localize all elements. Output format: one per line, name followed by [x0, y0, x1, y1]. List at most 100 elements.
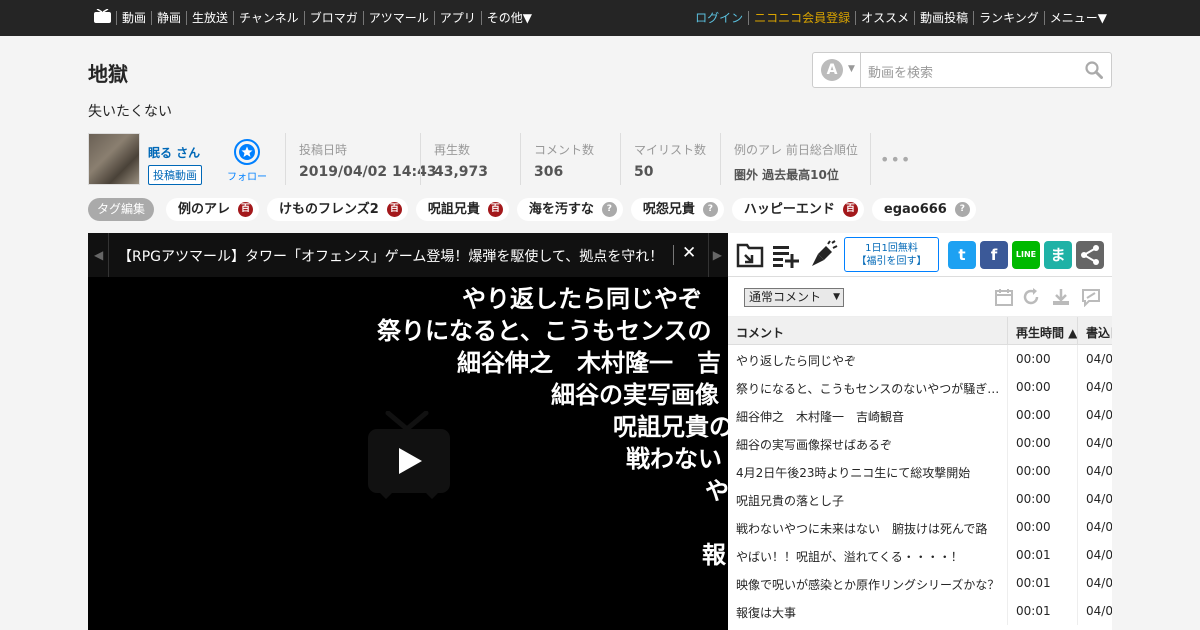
nav-link-channel[interactable]: チャンネル: [233, 11, 304, 25]
dictionary-icon[interactable]: 百: [487, 201, 503, 217]
tag-item[interactable]: ハッピーエンド百: [731, 197, 864, 221]
table-row[interactable]: 細谷伸之 木村隆一 吉崎観音 00:00 04/02: [728, 401, 1112, 429]
owner-name[interactable]: 眠る さん: [148, 144, 200, 161]
tag-item[interactable]: 例のアレ百: [166, 197, 260, 221]
playlist-add-icon[interactable]: [771, 240, 801, 270]
close-icon[interactable]: ✕: [682, 243, 696, 263]
ad-prev-icon[interactable]: ◀: [94, 248, 103, 262]
register-link[interactable]: ニコニコ会員登録: [748, 11, 855, 25]
comment-time: 00:00: [1016, 520, 1051, 534]
stat-value: 50: [634, 164, 654, 180]
facebook-icon[interactable]: f: [980, 241, 1008, 269]
ad-text[interactable]: 【RPGアツマール】タワー「オフェンス」ゲーム登場！爆弾を駆使して、拠点を守れ！: [118, 246, 672, 266]
share-icon[interactable]: [1076, 241, 1104, 269]
line-icon[interactable]: LINE: [1012, 241, 1040, 269]
stat-mylists: マイリスト数 50: [620, 133, 720, 185]
nav-link-atsumaru[interactable]: アツマール: [362, 11, 434, 25]
tag-item[interactable]: 呪怨兄貴?: [630, 197, 724, 221]
ad-banner[interactable]: ◀ 【RPGアツマール】タワー「オフェンス」ゲーム登場！爆弾を駆使して、拠点を守…: [88, 233, 728, 277]
more-options-icon[interactable]: •••: [880, 150, 911, 169]
search-mode-select[interactable]: A ▼: [813, 53, 861, 87]
search-input[interactable]: 動画を検索: [868, 62, 933, 81]
column-playtime[interactable]: 再生時間 ▲: [1016, 324, 1077, 341]
stat-ranking[interactable]: 例のアレ 前日総合順位 圏外 過去最高10位: [720, 133, 871, 185]
dictionary-icon[interactable]: 百: [238, 201, 254, 217]
table-row[interactable]: 4月2日午後23時よりニコ生にて総攻撃開始 00:00 04/02: [728, 457, 1112, 485]
follow-label: フォロー: [227, 172, 267, 183]
scroll-lock-icon[interactable]: [1051, 287, 1071, 307]
table-row[interactable]: やばい！！呪詛が、溢れてくる・・・・！ 00:01 04/02: [728, 541, 1112, 569]
stat-comments: コメント数 306: [520, 133, 620, 185]
login-link[interactable]: ログイン: [690, 11, 748, 25]
dictionary-icon[interactable]: 百: [842, 201, 858, 217]
play-icon[interactable]: [366, 411, 452, 499]
column-comment[interactable]: コメント: [736, 324, 784, 341]
comment-time: 00:01: [1016, 604, 1051, 618]
nav-right: ログイン ニコニコ会員登録 オススメ 動画投稿 ランキング メニュー▼: [690, 0, 1112, 36]
owner-videos-button[interactable]: 投稿動画: [148, 165, 202, 185]
dictionary-icon[interactable]: 百: [386, 201, 402, 217]
niconico-tv-icon[interactable]: [94, 9, 111, 23]
stat-label: 再生数: [434, 143, 471, 157]
comment-time: 00:00: [1016, 464, 1051, 478]
stat-value: 2019/04/02 14:43: [299, 164, 437, 180]
divider: [1077, 513, 1078, 541]
follow-button[interactable]: [234, 139, 260, 165]
comment-text: 4月2日午後23時よりニコ生にて総攻撃開始: [736, 466, 971, 480]
tag-item[interactable]: 呪詛兄貴百: [415, 197, 509, 221]
nav-link-ranking[interactable]: ランキング: [973, 11, 1044, 25]
tag-name: 呪詛兄貴: [427, 201, 480, 217]
chevron-down-icon: ▼: [848, 64, 855, 74]
video-player[interactable]: ◀ 【RPGアツマール】タワー「オフェンス」ゲーム登場！爆弾を駆使して、拠点を守…: [88, 233, 728, 630]
lottery-button[interactable]: 1日1回無料 【福引を回す】: [844, 237, 939, 272]
comment-toggle-icon[interactable]: [1081, 287, 1101, 307]
table-row[interactable]: やり返したら同じやぞ 00:00 04/02: [728, 345, 1112, 373]
nav-link-app[interactable]: アプリ: [433, 11, 481, 25]
tag-name: 呪怨兄貴: [642, 201, 695, 217]
tag-item[interactable]: egao666?: [871, 197, 976, 221]
comment-text: やり返したら同じやぞ: [736, 354, 857, 368]
comment-date: 04/02: [1086, 548, 1112, 562]
tag-item[interactable]: 海を汚すな?: [516, 197, 623, 221]
table-row[interactable]: 祭りになると、こうもセンスのないやつが騒ぎ出すのか 00:00 04/04: [728, 373, 1112, 401]
mylist-add-icon[interactable]: [735, 240, 765, 270]
nav-link-seiga[interactable]: 静画: [151, 11, 186, 25]
table-row[interactable]: 報復は大事 00:01 04/02: [728, 597, 1112, 625]
comment-time: 00:00: [1016, 380, 1051, 394]
tag-edit-button[interactable]: タグ編集: [88, 197, 155, 221]
lottery-line1: 1日1回無料: [865, 243, 918, 254]
nav-link-menu[interactable]: メニュー▼: [1043, 11, 1112, 25]
divider: [1007, 345, 1008, 373]
divider: [673, 245, 674, 265]
comment-text: 細谷の実写画像探せばあるぞ: [736, 438, 893, 452]
comment-type-select[interactable]: 通常コメント ▼: [744, 288, 844, 307]
nav-link-others[interactable]: その他▼: [480, 11, 537, 25]
twitter-icon[interactable]: t: [948, 241, 976, 269]
overlay-comment: 報: [702, 541, 726, 569]
ad-next-icon[interactable]: ▶: [713, 248, 722, 262]
table-row[interactable]: 映像で呪いが感染とか原作リングシリーズかな？ 00:01 04/02: [728, 569, 1112, 597]
comment-list: やり返したら同じやぞ 00:00 04/02 祭りになると、こうもセンスのないやつが…: [728, 345, 1112, 625]
nav-link-upload[interactable]: 動画投稿: [914, 11, 973, 25]
panel-toolbar: 1日1回無料 【福引を回す】 t f LINE ま: [728, 233, 1112, 277]
comment-time: 00:01: [1016, 576, 1051, 590]
divider: [1007, 541, 1008, 569]
column-date[interactable]: 書込日時: [1086, 324, 1112, 341]
uploader-ad-icon[interactable]: [808, 240, 838, 270]
nav-link-blomaga[interactable]: ブロマガ: [303, 11, 363, 25]
table-row[interactable]: 呪詛兄貴の落とし子 00:00 04/02: [728, 485, 1112, 513]
calendar-icon[interactable]: [994, 287, 1014, 307]
divider: [1077, 541, 1078, 569]
tag-item[interactable]: けものフレンズ2 百: [267, 197, 408, 221]
overlay-comment: やり返したら同じやぞ: [462, 285, 702, 313]
nav-link-live[interactable]: 生放送: [186, 11, 233, 25]
matome-icon[interactable]: ま: [1044, 241, 1072, 269]
comment-date: 04/02: [1086, 436, 1112, 450]
nav-link-douga[interactable]: 動画: [116, 11, 151, 25]
table-row[interactable]: 細谷の実写画像探せばあるぞ 00:00 04/02: [728, 429, 1112, 457]
owner-avatar[interactable]: [88, 133, 140, 185]
search-icon[interactable]: [1085, 61, 1103, 79]
refresh-icon[interactable]: [1021, 287, 1041, 307]
table-row[interactable]: 戦わないやつに未来はない 腑抜けは死んで路 00:00 04/03: [728, 513, 1112, 541]
nav-link-recommend[interactable]: オススメ: [855, 11, 914, 25]
